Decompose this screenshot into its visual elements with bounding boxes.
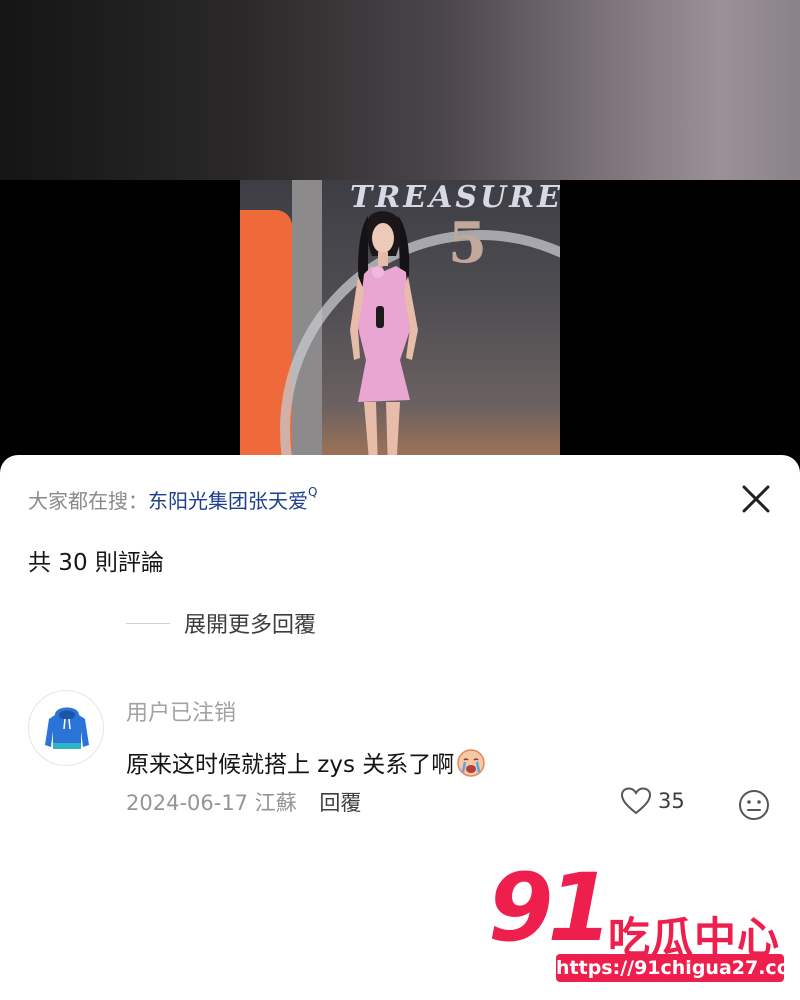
comment-location: 江蘇	[254, 791, 297, 815]
search-suggestion-link[interactable]: 东阳光集团张天爱	[148, 489, 308, 513]
search-icon: Q	[308, 485, 318, 499]
divider-line	[126, 622, 170, 624]
comment-count-title: 共 30 則評論	[28, 550, 164, 576]
close-button[interactable]	[738, 481, 774, 517]
heart-icon	[620, 787, 652, 815]
watermark-number: 91	[488, 854, 613, 963]
blurred-video-background	[0, 0, 800, 180]
crying-face-icon	[457, 749, 486, 777]
watermark-logo: 91 吃瓜中心 https://91chigua27.com	[488, 854, 800, 987]
close-icon	[742, 485, 770, 513]
like-count: 35	[658, 789, 685, 813]
comments-sheet: 大家都在搜：东阳光集团张天爱Q 共 30 則評論 展開更多回覆 用户已注销 原来…	[0, 455, 800, 820]
stage-logo-number: 5	[448, 210, 487, 276]
video-frame: TREASURE 5	[240, 180, 560, 480]
avatar[interactable]	[28, 690, 104, 766]
reply-button[interactable]: 回覆	[319, 791, 361, 815]
expand-replies-button[interactable]: 展開更多回覆	[126, 607, 316, 639]
hoodie-avatar-icon	[45, 707, 89, 749]
comment-username[interactable]: 用户已注销	[126, 695, 236, 727]
emoji-reaction-button[interactable]	[738, 789, 770, 825]
expand-replies-label: 展開更多回覆	[184, 613, 317, 638]
video-player[interactable]: TREASURE 5	[0, 180, 800, 480]
watermark-url: https://91chigua27.com	[556, 954, 800, 982]
search-suggestion-prefix: 大家都在搜：	[28, 489, 148, 513]
comment-text: 原来这时候就搭上 zys 关系了啊	[126, 752, 455, 778]
like-button[interactable]: 35	[620, 787, 685, 815]
neutral-face-icon	[739, 790, 769, 820]
comment-meta: 2024-06-17 江蘇 回覆	[126, 787, 361, 817]
search-suggestion[interactable]: 大家都在搜：东阳光集团张天爱Q	[28, 485, 317, 514]
comment-date: 2024-06-17	[126, 791, 249, 815]
person-figure	[350, 211, 418, 472]
comment-body: 原来这时候就搭上 zys 关系了啊	[126, 745, 486, 779]
